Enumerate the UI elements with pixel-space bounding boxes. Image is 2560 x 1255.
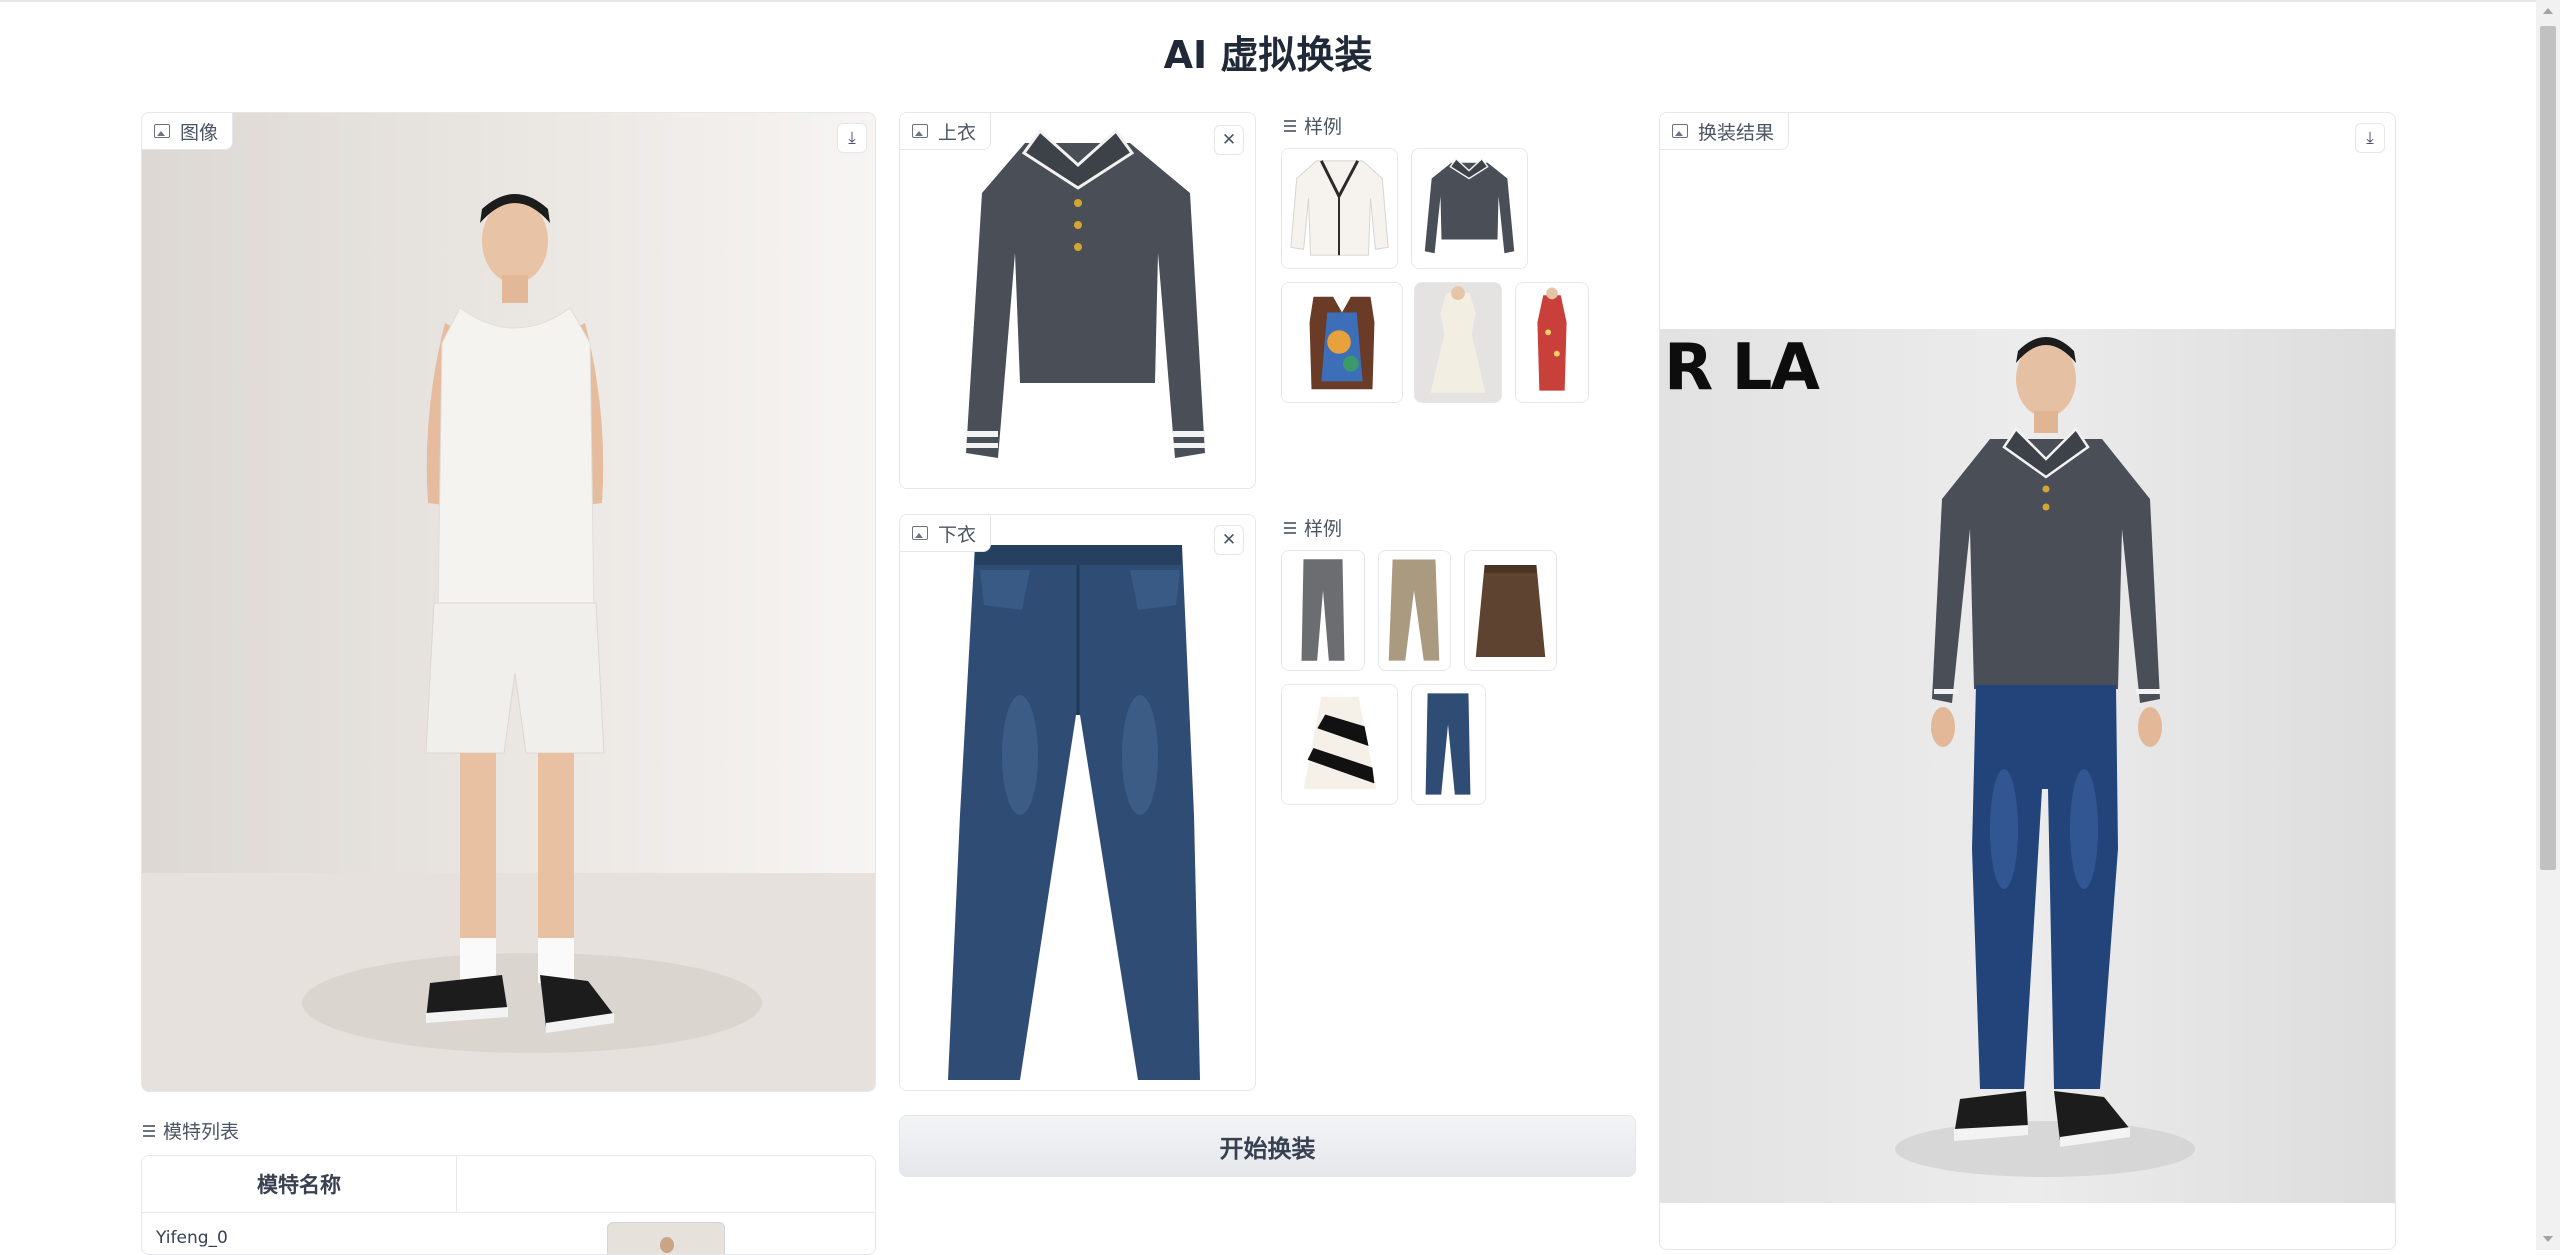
- result-panel: 换装结果 ⤓ R LA: [1659, 112, 2396, 1250]
- example-gray-trousers[interactable]: [1281, 550, 1365, 671]
- example-blue-jeans[interactable]: [1411, 684, 1486, 805]
- page-title: AI 虚拟换装: [1163, 33, 1373, 77]
- image-icon: [912, 124, 928, 138]
- gray-trousers-image: [1282, 551, 1364, 670]
- column-header-image[interactable]: [457, 1156, 875, 1212]
- start-try-on-button[interactable]: 开始换装: [899, 1115, 1636, 1177]
- example-striped-skirt[interactable]: [1281, 684, 1398, 805]
- bottom-panel-label-text: 下衣: [938, 523, 977, 546]
- result-panel-label-text: 换装结果: [1698, 121, 1775, 144]
- table-header: 模特名称: [142, 1156, 875, 1213]
- brown-skirt-image: [1465, 551, 1556, 670]
- download-icon: ⤓: [2366, 128, 2374, 148]
- blue-jeans-image: [1412, 685, 1485, 804]
- image-panel-label-text: 图像: [180, 121, 219, 144]
- gray-polo-sweater-image: [1412, 149, 1527, 268]
- model-photo: [142, 113, 875, 1091]
- image-panel[interactable]: 图像 ⤓: [141, 112, 876, 1092]
- red-floral-dress-image: [1516, 283, 1588, 402]
- example-beige-trousers[interactable]: [1378, 550, 1451, 671]
- image-icon: [1672, 124, 1688, 138]
- image-panel-label: 图像: [142, 113, 234, 150]
- close-icon: ✕: [1221, 130, 1237, 150]
- model-table: 模特名称 Yifeng_0: [141, 1155, 876, 1255]
- scroll-down-arrow[interactable]: [2543, 1236, 2553, 1242]
- image-icon: [912, 526, 928, 540]
- page-scrollbar[interactable]: [2536, 0, 2560, 1250]
- model-list-label: 模特列表: [143, 1117, 239, 1144]
- list-icon: [1284, 521, 1296, 534]
- example-cream-dress[interactable]: [1414, 282, 1502, 403]
- beige-trousers-image: [1379, 551, 1450, 670]
- model-image-cell: [457, 1213, 875, 1254]
- download-button[interactable]: ⤓: [837, 123, 867, 153]
- image-icon: [154, 124, 170, 138]
- top-panel-label: 上衣: [900, 113, 992, 150]
- top-examples-label: 样例: [1284, 112, 1342, 139]
- example-gray-polo-sweater[interactable]: [1411, 148, 1528, 269]
- scroll-thumb[interactable]: [2540, 26, 2556, 870]
- model-name-cell: Yifeng_0: [156, 1228, 228, 1248]
- top-panel-label-text: 上衣: [938, 121, 977, 144]
- top-garment-panel[interactable]: 上衣 ✕: [899, 112, 1256, 489]
- result-background-text: R LA: [1664, 331, 1820, 405]
- bottom-panel-label: 下衣: [900, 515, 992, 552]
- example-white-cardigan[interactable]: [1281, 148, 1398, 269]
- striped-skirt-image: [1282, 685, 1397, 804]
- close-icon: ✕: [1221, 530, 1237, 550]
- clear-bottom-button[interactable]: ✕: [1214, 525, 1244, 555]
- cream-dress-image: [1415, 283, 1501, 402]
- top-divider: [0, 0, 2560, 2]
- floral-vest-image: [1282, 283, 1402, 402]
- example-red-floral-dress[interactable]: [1515, 282, 1589, 403]
- result-image: [1660, 329, 2395, 1203]
- download-icon: ⤓: [848, 128, 856, 148]
- clear-top-button[interactable]: ✕: [1214, 125, 1244, 155]
- model-thumbnail[interactable]: [607, 1222, 725, 1254]
- example-floral-vest[interactable]: [1281, 282, 1403, 403]
- column-header-model-name[interactable]: 模特名称: [142, 1156, 457, 1212]
- download-result-button[interactable]: ⤓: [2355, 123, 2385, 153]
- result-panel-label: 换装结果: [1660, 113, 1790, 150]
- list-icon: [143, 1124, 155, 1137]
- scroll-up-arrow[interactable]: [2543, 8, 2553, 14]
- top-examples-label-text: 样例: [1304, 116, 1343, 138]
- bottom-examples-label-text: 样例: [1304, 518, 1343, 540]
- bottom-garment-panel[interactable]: 下衣 ✕: [899, 514, 1256, 1091]
- model-list-label-text: 模特列表: [163, 1121, 240, 1143]
- example-brown-skirt[interactable]: [1464, 550, 1557, 671]
- list-icon: [1284, 119, 1296, 132]
- bottom-examples-label: 样例: [1284, 514, 1342, 541]
- top-garment-image: [900, 113, 1255, 488]
- white-cardigan-image: [1282, 149, 1397, 268]
- table-row[interactable]: Yifeng_0: [142, 1213, 875, 1254]
- bottom-garment-image: [900, 515, 1255, 1090]
